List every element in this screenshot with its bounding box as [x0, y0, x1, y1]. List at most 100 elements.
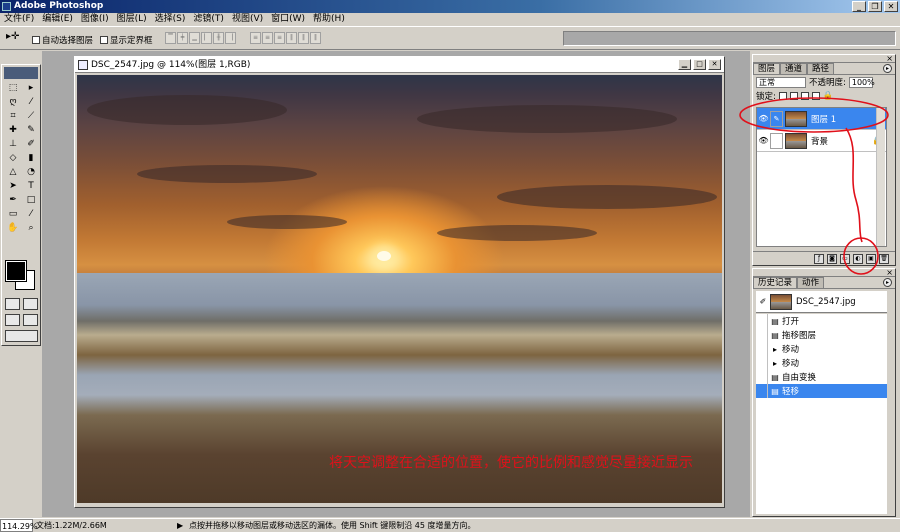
status-menu-icon[interactable]: ▶: [177, 519, 183, 532]
align-right-icon[interactable]: ▕: [225, 32, 236, 44]
distribute-top-icon[interactable]: ≡: [250, 32, 261, 44]
full-screen-menu-icon[interactable]: [23, 314, 38, 326]
history-source-cell[interactable]: [756, 384, 768, 398]
eye-icon[interactable]: 👁: [757, 114, 770, 123]
layer-row[interactable]: 👁 背景 🔒: [757, 130, 886, 152]
menu-filter[interactable]: 滤镜(T): [189, 13, 228, 26]
hand-tool-icon[interactable]: ✋: [5, 222, 21, 235]
layer-row[interactable]: 👁 ✎ 图层 1: [757, 108, 886, 130]
lasso-tool-icon[interactable]: ღ: [5, 96, 21, 109]
pen-tool-icon[interactable]: ✒: [5, 194, 21, 207]
close-icon[interactable]: ✕: [884, 1, 898, 12]
history-source-cell[interactable]: [756, 356, 768, 370]
image-canvas[interactable]: 将天空调整在合适的位置，使它的比例和感觉尽量接近显示: [77, 75, 722, 503]
distribute-hcenter-icon[interactable]: ‖: [298, 32, 309, 44]
history-item[interactable]: ▤ 自由变换: [756, 370, 887, 384]
panel-menu-icon[interactable]: ▸: [883, 278, 892, 287]
history-source-cell[interactable]: [756, 328, 768, 342]
tab-channels[interactable]: 通道: [780, 63, 808, 74]
blend-mode-select[interactable]: 正常: [756, 76, 806, 88]
distribute-vcenter-icon[interactable]: ≡: [262, 32, 273, 44]
quick-mask-icon[interactable]: [23, 298, 38, 310]
doc-minimize-icon[interactable]: ▁: [678, 59, 691, 70]
auto-select-checkbox[interactable]: [32, 36, 40, 44]
auto-select-layer-option[interactable]: 自动选择图层: [32, 34, 93, 46]
move-tool-icon[interactable]: ▸: [23, 82, 39, 95]
slice-tool-icon[interactable]: ⟋: [23, 110, 39, 123]
adjustment-layer-icon[interactable]: ◐: [853, 253, 863, 264]
doc-maximize-icon[interactable]: □: [693, 59, 706, 70]
menu-layer[interactable]: 图层(L): [113, 13, 151, 26]
history-item[interactable]: ▤ 轻移: [756, 384, 887, 398]
layers-scrollbar[interactable]: [876, 108, 885, 246]
align-hcenter-icon[interactable]: ╫: [213, 32, 224, 44]
document-info[interactable]: 文档:1.22M/2.66M: [34, 519, 107, 532]
align-left-icon[interactable]: ▏: [201, 32, 212, 44]
eraser-tool-icon[interactable]: ◇: [5, 152, 21, 165]
panel-close-icon[interactable]: ×: [886, 54, 893, 63]
show-bounds-checkbox[interactable]: [100, 36, 108, 44]
lock-transparency-checkbox[interactable]: [778, 92, 787, 100]
menu-help[interactable]: 帮助(H): [309, 13, 349, 26]
move-tool-preset-icon[interactable]: ▸✛: [6, 31, 22, 45]
menu-select[interactable]: 选择(S): [151, 13, 190, 26]
panel-grip[interactable]: ×: [753, 268, 895, 277]
history-item[interactable]: ▸ 移动: [756, 342, 887, 356]
lock-image-checkbox[interactable]: [789, 92, 798, 100]
path-select-icon[interactable]: ➤: [5, 180, 21, 193]
eye-icon[interactable]: 👁: [757, 136, 770, 145]
new-set-icon[interactable]: ▭: [840, 253, 850, 264]
lock-position-checkbox[interactable]: [800, 92, 809, 100]
align-top-icon[interactable]: ▔: [165, 32, 176, 44]
history-item[interactable]: ▤ 拖移图层: [756, 328, 887, 342]
standard-screen-icon[interactable]: [5, 314, 20, 326]
shape-tool-icon[interactable]: □: [23, 194, 39, 207]
menu-image[interactable]: 图像(I): [77, 13, 113, 26]
restore-icon[interactable]: ❐: [868, 1, 882, 12]
document-title-bar[interactable]: DSC_2547.jpg @ 114%(图层 1,RGB) ▁ □ ✕: [75, 57, 724, 73]
standard-mode-icon[interactable]: [5, 298, 20, 310]
panel-grip[interactable]: ×: [753, 54, 895, 63]
tab-layers[interactable]: 图层: [753, 63, 781, 74]
history-source-cell[interactable]: [756, 342, 768, 356]
show-bounds-option[interactable]: 显示定界框: [100, 34, 153, 46]
menu-window[interactable]: 窗口(W): [267, 13, 309, 26]
align-vcenter-icon[interactable]: ╪: [177, 32, 188, 44]
clone-stamp-icon[interactable]: ⊥: [5, 138, 21, 151]
gradient-tool-icon[interactable]: ▮: [23, 152, 39, 165]
dodge-tool-icon[interactable]: ◔: [23, 166, 39, 179]
blur-tool-icon[interactable]: △: [5, 166, 21, 179]
distribute-bottom-icon[interactable]: ≡: [274, 32, 285, 44]
menu-file[interactable]: 文件(F): [0, 13, 38, 26]
lock-all-checkbox[interactable]: [811, 92, 820, 100]
menu-edit[interactable]: 编辑(E): [38, 13, 77, 26]
zoom-tool-icon[interactable]: ⌕: [23, 222, 39, 235]
jump-to-imageready-icon[interactable]: [5, 330, 38, 342]
brush-link-icon[interactable]: [770, 132, 783, 149]
zoom-field[interactable]: 114.29%: [0, 519, 38, 532]
panel-menu-icon[interactable]: ▸: [883, 64, 892, 73]
history-source-cell[interactable]: [756, 370, 768, 384]
brush-link-icon[interactable]: ✎: [770, 110, 783, 127]
distribute-left-icon[interactable]: ‖: [286, 32, 297, 44]
minimize-icon[interactable]: _: [852, 1, 866, 12]
trash-icon[interactable]: 🗑: [879, 253, 889, 264]
panel-close-icon[interactable]: ×: [886, 268, 893, 277]
history-brush-icon[interactable]: ✐: [23, 138, 39, 151]
notes-tool-icon[interactable]: ▭: [5, 208, 21, 221]
layer-style-icon[interactable]: ƒ: [814, 253, 824, 264]
distribute-right-icon[interactable]: ‖: [310, 32, 321, 44]
crop-tool-icon[interactable]: ⌗: [5, 110, 21, 123]
healing-brush-icon[interactable]: ✚: [5, 124, 21, 137]
marquee-tool-icon[interactable]: ⬚: [5, 82, 21, 95]
history-source-cell[interactable]: [756, 314, 768, 328]
history-item[interactable]: ▤ 打开: [756, 314, 887, 328]
tab-paths[interactable]: 路径: [807, 63, 835, 74]
eyedropper-icon[interactable]: ⁄: [23, 208, 39, 221]
tab-actions[interactable]: 动作: [797, 277, 825, 288]
history-item[interactable]: ▸ 移动: [756, 356, 887, 370]
history-brush-source-icon[interactable]: ✐: [756, 297, 770, 306]
menu-view[interactable]: 视图(V): [228, 13, 267, 26]
type-tool-icon[interactable]: T: [23, 180, 39, 193]
photoshop-logo[interactable]: [4, 67, 38, 79]
